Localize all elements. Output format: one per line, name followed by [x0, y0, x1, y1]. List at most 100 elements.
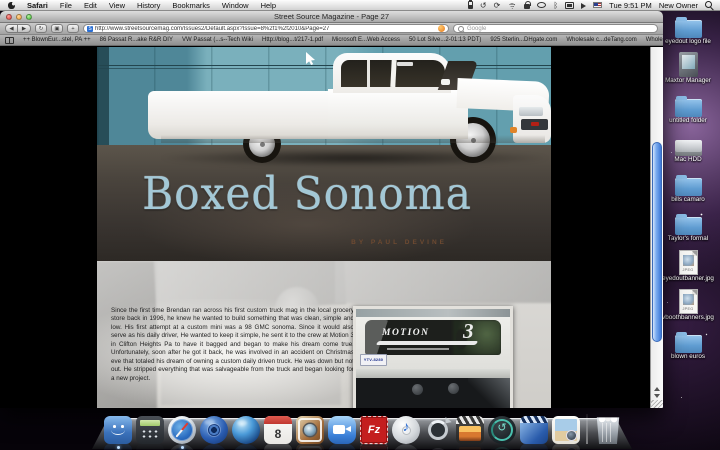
window-controls: [6, 14, 32, 20]
safari-dock-icon[interactable]: [168, 416, 196, 444]
sync-arrows-dock-icon[interactable]: [424, 416, 452, 444]
truck-badge: [531, 122, 539, 126]
air-tank: [448, 383, 459, 394]
menu-window[interactable]: Window: [216, 1, 255, 10]
bookmark-item[interactable]: Wholesale be...Trollbeads: [646, 37, 663, 43]
battery-menu-icon[interactable]: [468, 1, 473, 9]
snapback-icon[interactable]: [438, 25, 445, 32]
input-us-flag-menu-icon[interactable]: [593, 2, 602, 8]
calculator-dock-icon[interactable]: [136, 416, 164, 444]
bookmarks-bar: ++ BlownEur...stel, PA ++ 86 Passat R...a…: [0, 35, 663, 46]
desktop-icon-taylor-s-formal[interactable]: Taylor's formal: [657, 209, 719, 243]
bookmark-item[interactable]: 86 Passat R...ake R&R DIY: [100, 37, 173, 43]
search-placeholder: Google: [467, 26, 486, 32]
bookmark-item[interactable]: VW Passat (...s--Tech Wiki: [182, 37, 253, 43]
bookmark-item[interactable]: ++ BlownEur...stel, PA ++: [23, 37, 91, 43]
menu-view[interactable]: View: [103, 1, 131, 10]
truck-mirror: [441, 79, 450, 85]
air-tank: [412, 384, 423, 395]
menu-help[interactable]: Help: [255, 1, 282, 10]
zoom-button[interactable]: [26, 14, 32, 20]
scroll-up-arrow[interactable]: [654, 387, 660, 391]
fast-user-switch-menu[interactable]: New Owner: [659, 1, 698, 10]
article-body: Since the first time Brendan ran across …: [111, 307, 354, 383]
ichat-menu-icon[interactable]: [537, 2, 546, 8]
menu-clock[interactable]: Tue 9:51 PM: [609, 1, 652, 10]
displays-menu-icon[interactable]: [565, 2, 574, 9]
imovie-dock-icon[interactable]: [456, 416, 484, 444]
dock-separator: [586, 414, 588, 444]
motion-banner-text: MOTION: [382, 328, 430, 338]
sync-menu-icon[interactable]: ⟳: [494, 1, 501, 10]
hdd-icon: [675, 130, 702, 156]
menu-edit[interactable]: Edit: [78, 1, 103, 10]
folder-icon: [675, 12, 702, 38]
bookmark-item[interactable]: 925 Sterlin...DHgate.com: [490, 37, 557, 43]
bookmark-item[interactable]: Microsoft E...Web Access: [332, 37, 400, 43]
keychain-lock-menu-icon[interactable]: [524, 4, 530, 9]
photo-booth-dock-icon[interactable]: [296, 416, 324, 444]
time-machine-dock-icon[interactable]: [488, 416, 516, 444]
itunes-dock-icon[interactable]: [392, 416, 420, 444]
trash-dock-icon[interactable]: [594, 416, 622, 444]
desktop-icon-eyedoutbanner-jpg[interactable]: JPEGeyedoutbanner.jpg: [657, 249, 719, 283]
menu-file[interactable]: File: [54, 1, 78, 10]
bookmark-item[interactable]: 50 Lot Silve...2-01:13 PDT): [409, 37, 481, 43]
menu-bookmarks[interactable]: Bookmarks: [166, 1, 216, 10]
final-cut-dock-icon[interactable]: [520, 416, 548, 444]
volume-menu-icon[interactable]: [581, 3, 586, 9]
iphoto-dock-icon[interactable]: [552, 416, 580, 444]
desktop-icon-bills-camaro[interactable]: bills camaro: [657, 170, 719, 204]
resize-grip[interactable]: [650, 400, 663, 408]
jpeg-badge: JPEG: [682, 307, 693, 311]
ichat-dock-icon[interactable]: [328, 416, 356, 444]
web-clip-button[interactable]: ▣: [51, 24, 63, 33]
running-indicator: [181, 446, 184, 449]
bookmark-item[interactable]: Http://blog...t/217-1.pdf: [262, 37, 323, 43]
desktop-icon-vboothbanners-jpg[interactable]: JPEGvboothbanners.jpg: [657, 288, 719, 322]
desktop-icon-maxtor-manager[interactable]: Maxtor Manager: [657, 51, 719, 85]
jpeg-icon: JPEG: [679, 288, 698, 314]
ical-dock-icon[interactable]: 8: [264, 416, 292, 444]
minimize-button[interactable]: [16, 14, 22, 20]
wifi-menu-icon[interactable]: [507, 1, 517, 9]
desktop-icon-mac-hdd[interactable]: Mac HDD: [657, 130, 719, 164]
time-machine-menu-icon[interactable]: ↺: [480, 1, 487, 10]
iweb-dock-icon[interactable]: [232, 416, 260, 444]
menu-items: SafariFileEditViewHistoryBookmarksWindow…: [21, 0, 282, 11]
menu-safari[interactable]: Safari: [21, 1, 54, 10]
scroll-down-arrow[interactable]: [654, 394, 660, 398]
vertical-scrollbar[interactable]: [650, 47, 663, 408]
close-button[interactable]: [6, 14, 12, 20]
forward-button[interactable]: ▶: [18, 24, 31, 33]
menu-history[interactable]: History: [131, 1, 166, 10]
desktop-icon-blown-euros[interactable]: blown euros: [657, 327, 719, 361]
desktop-icon-untitled-folder[interactable]: untitled folder: [657, 91, 719, 125]
menu-bar: SafariFileEditViewHistoryBookmarksWindow…: [0, 0, 720, 11]
truck-headlight: [519, 107, 543, 116]
scrollbar-thumb[interactable]: [652, 142, 662, 342]
window-titlebar[interactable]: Street Source Magazine - Page 27: [0, 11, 663, 23]
spotlight-icon[interactable]: [705, 1, 713, 9]
desktop-icon-eyedout-logo-file[interactable]: eyedout logo file: [657, 12, 719, 46]
inset-bed: [356, 378, 510, 408]
back-button[interactable]: ◀: [5, 24, 18, 33]
article-byline: BY PAUL DEVINE: [97, 239, 447, 246]
finder-dock-icon[interactable]: [104, 416, 132, 444]
search-field[interactable]: Google: [453, 24, 658, 33]
show-all-bookmarks-icon[interactable]: [5, 37, 14, 44]
dvd-player-dock-icon[interactable]: [200, 416, 228, 444]
desktop-icon-label: eyedout logo file: [665, 39, 711, 46]
apple-menu-icon[interactable]: [8, 2, 15, 9]
dock-icon-text: Fz: [361, 417, 387, 443]
filezilla-dock-icon[interactable]: Fz: [360, 416, 388, 444]
url-text[interactable]: http://www.streetsourcemag.com/Issues2/D…: [95, 26, 329, 32]
folder-icon: [675, 170, 702, 196]
bookmark-item[interactable]: Wholesale c...deTang.com: [566, 37, 636, 43]
app-drive-glyph: [679, 52, 698, 77]
truck-bed: [148, 91, 348, 139]
address-bar[interactable]: S http://www.streetsourcemag.com/Issues2…: [83, 24, 449, 33]
bluetooth-menu-icon[interactable]: ᛒ: [553, 1, 558, 10]
reload-button[interactable]: ↻: [35, 24, 47, 33]
add-bookmark-button[interactable]: +: [67, 24, 79, 33]
